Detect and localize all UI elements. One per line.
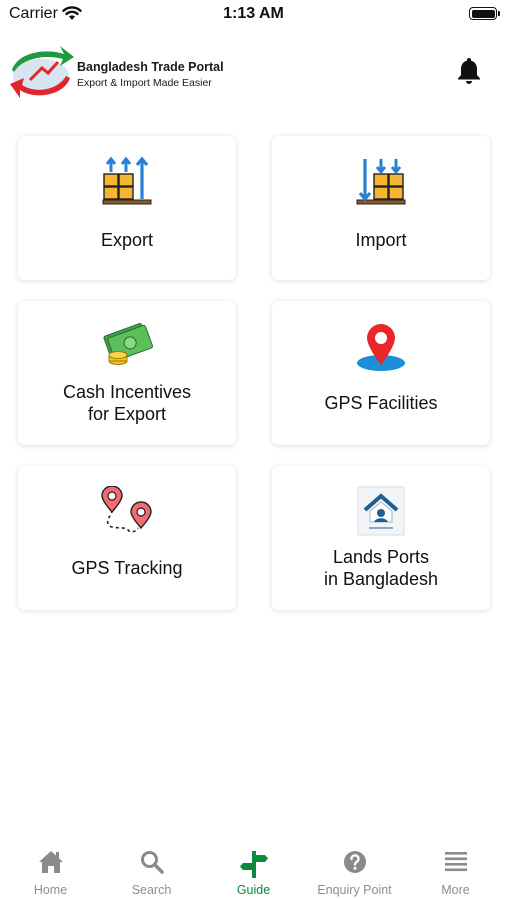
- search-icon: [140, 851, 164, 874]
- help-circle-icon: [343, 851, 366, 873]
- cash-icon: [103, 323, 153, 365]
- land-ports-label-line1: Lands Ports: [332, 547, 430, 567]
- import-card[interactable]: Import: [272, 136, 490, 280]
- status-time: 1:13 AM: [223, 5, 284, 22]
- brand-title: Bangladesh Trade Portal: [77, 60, 224, 74]
- export-label: Export: [100, 230, 154, 250]
- app-header: Bangladesh Trade Portal Export & Import …: [0, 36, 507, 106]
- home-icon: [38, 851, 63, 873]
- land-ports-label-line2: in Bangladesh: [323, 569, 439, 589]
- tab-guide-label: Guide: [236, 883, 271, 897]
- tab-enquiry-point[interactable]: Enquiry Point: [304, 838, 405, 900]
- menu-icon: [444, 852, 467, 872]
- tab-enquiry-point-label: Enquiry Point: [317, 883, 392, 897]
- gps-facilities-card[interactable]: GPS Facilities: [272, 301, 490, 445]
- tab-search-label: Search: [131, 883, 172, 897]
- cash-incentives-card[interactable]: Cash Incentives for Export: [18, 301, 236, 445]
- status-bar: Carrier 1:13 AM: [0, 0, 507, 30]
- export-pallet-icon: [102, 156, 152, 205]
- gps-tracking-card[interactable]: GPS Tracking: [18, 466, 236, 610]
- brand-tagline: Export & Import Made Easier: [77, 77, 212, 89]
- bottom-tab-bar: Home Search Guide Enquiry Point More: [0, 838, 507, 900]
- tab-home-label: Home: [33, 883, 68, 897]
- tab-home[interactable]: Home: [0, 838, 101, 900]
- land-port-logo-icon: [357, 486, 405, 536]
- bell-icon[interactable]: [456, 56, 482, 84]
- route-pins-icon: [101, 486, 152, 533]
- import-pallet-icon: [356, 159, 406, 205]
- tab-search[interactable]: Search: [101, 838, 202, 900]
- gps-facilities-label: GPS Facilities: [324, 393, 438, 413]
- battery-icon: [469, 7, 500, 20]
- tab-more-label: More: [441, 883, 470, 897]
- cash-incentives-label-line2: for Export: [87, 404, 167, 424]
- tab-guide[interactable]: Guide: [203, 838, 304, 900]
- land-ports-card[interactable]: Lands Ports in Bangladesh: [272, 466, 490, 610]
- signpost-icon: [239, 851, 268, 878]
- tab-more[interactable]: More: [405, 838, 506, 900]
- gps-tracking-label: GPS Tracking: [71, 558, 183, 578]
- export-card[interactable]: Export: [18, 136, 236, 280]
- cash-incentives-label-line1: Cash Incentives: [62, 382, 192, 402]
- import-label: Import: [355, 230, 407, 250]
- bangladesh-trade-portal-logo: [10, 46, 74, 98]
- map-pin-icon: [357, 324, 405, 371]
